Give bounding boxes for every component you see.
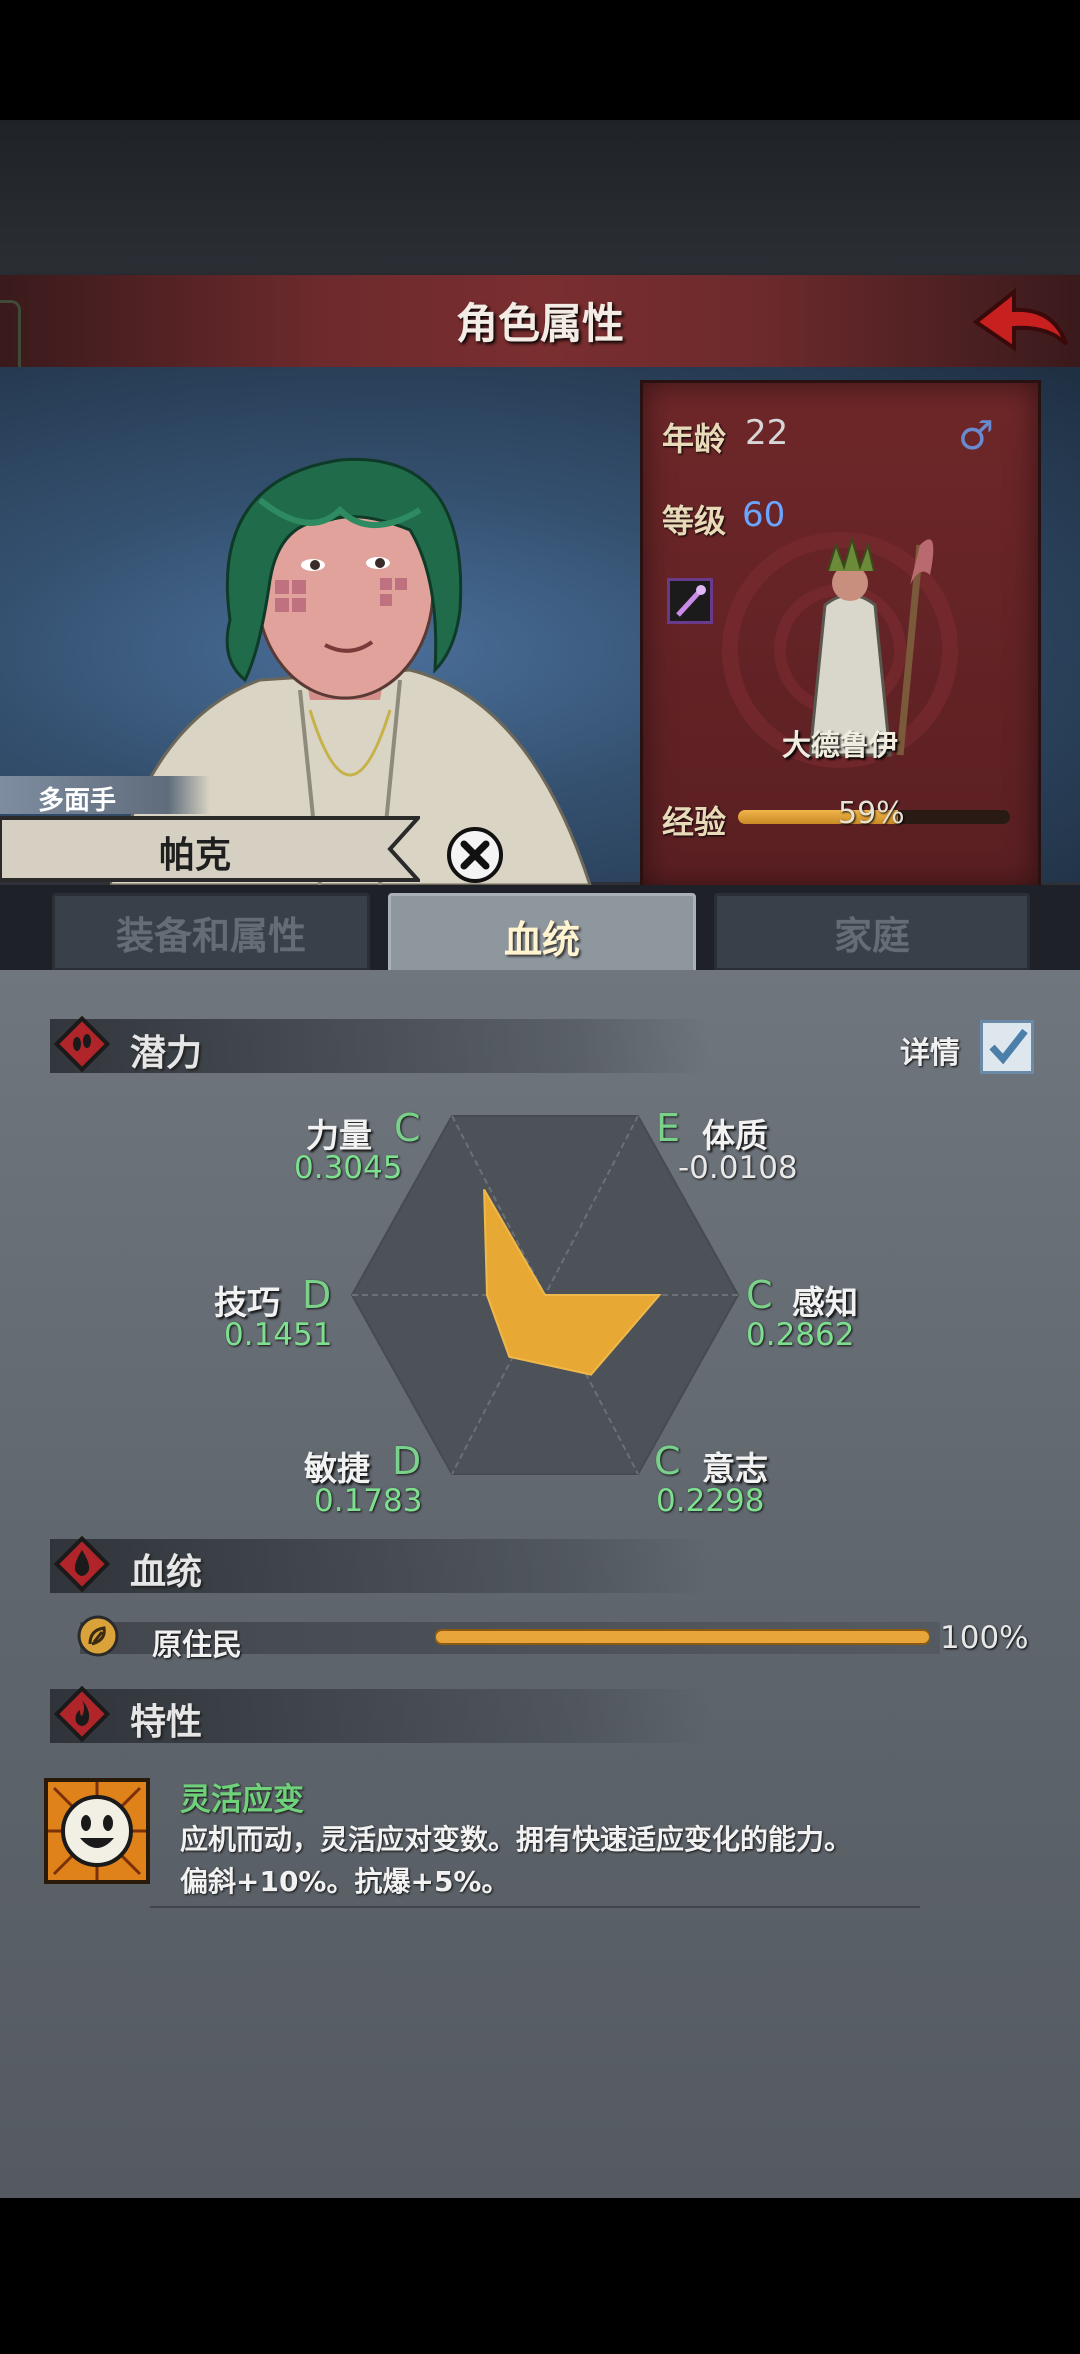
- stat-strength-value: 0.3045: [294, 1150, 403, 1186]
- level-label: 等级: [662, 502, 727, 540]
- class-name: 大德鲁伊: [781, 728, 898, 762]
- tab-bloodline[interactable]: 血统: [388, 893, 696, 976]
- trait-description: 应机而动，灵活应对变数。拥有快速适应变化的能力。: [180, 1823, 853, 1856]
- bloodline-name: 原住民: [152, 1628, 242, 1663]
- age-label: 年龄: [662, 420, 727, 458]
- stat-perception-grade: C: [746, 1273, 773, 1317]
- leaf-emblem-icon: [77, 1615, 119, 1657]
- bloodline-title: 血统: [130, 1552, 203, 1593]
- details-checkbox[interactable]: [980, 1020, 1034, 1074]
- stat-strength-grade: C: [394, 1106, 421, 1150]
- top-strip: [0, 120, 1080, 275]
- stat-perception-value: 0.2862: [746, 1317, 855, 1353]
- stat-constitution-grade: E: [656, 1106, 681, 1150]
- page-title: 角色属性: [455, 299, 624, 348]
- details-label: 详情: [900, 1036, 960, 1071]
- stat-agility-grade: D: [392, 1439, 422, 1483]
- traits-title: 特性: [130, 1702, 203, 1743]
- male-icon: ♂: [958, 413, 994, 459]
- character-name: 帕克: [158, 835, 231, 876]
- bloodline-percent: 100%: [940, 1620, 1029, 1656]
- footprints-icon: [54, 1016, 110, 1072]
- tab-equipment[interactable]: 装备和属性: [52, 893, 370, 971]
- exp-percent: 59%: [838, 796, 905, 831]
- stat-skill-grade: D: [302, 1273, 332, 1317]
- stat-will-grade: C: [654, 1439, 681, 1483]
- bottom-bar: [0, 2198, 1080, 2354]
- age-value: 22: [745, 413, 789, 453]
- blood-drop-icon: [54, 1536, 110, 1592]
- stat-skill-value: 0.1451: [224, 1317, 333, 1353]
- tab-family[interactable]: 家庭: [714, 893, 1030, 971]
- trait-divider: [150, 1906, 920, 1908]
- class-label: 多面手: [38, 786, 117, 816]
- exp-label: 经验: [662, 803, 727, 841]
- smiley-trait-icon[interactable]: [44, 1778, 150, 1884]
- bloodline-bar-fill: [435, 1629, 930, 1645]
- dismiss-icon[interactable]: [446, 826, 504, 884]
- trait-effects: 偏斜+10%。抗爆+5%。: [180, 1865, 510, 1898]
- potential-title: 潜力: [130, 1033, 203, 1074]
- bloodline-bar: [435, 1629, 930, 1645]
- staff-weapon-icon[interactable]: [667, 578, 713, 624]
- stat-agility-value: 0.1783: [314, 1483, 423, 1519]
- trait-name: 灵活应变: [180, 1782, 304, 1818]
- flame-icon: [54, 1686, 110, 1742]
- stat-will-value: 0.2298: [656, 1483, 765, 1519]
- stat-constitution-value: -0.0108: [678, 1150, 798, 1186]
- back-arrow-icon[interactable]: [968, 282, 1072, 362]
